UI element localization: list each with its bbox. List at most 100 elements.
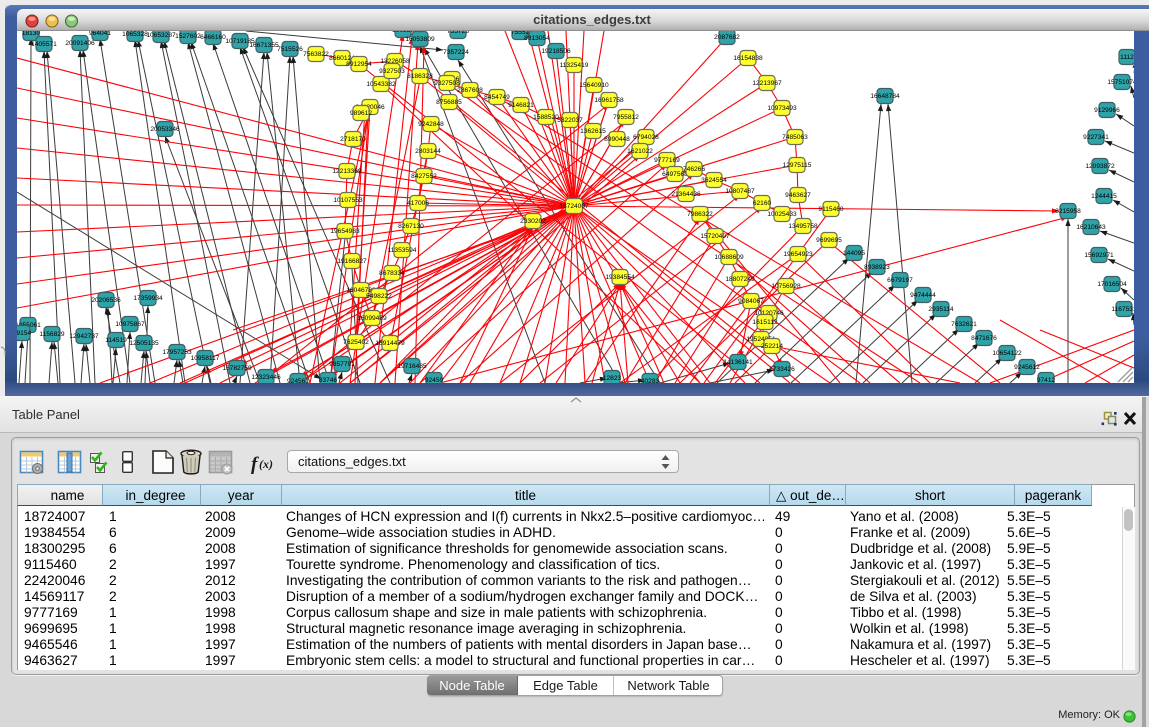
svg-text:f: f xyxy=(251,454,259,475)
svg-text:5498222: 5498222 xyxy=(366,293,392,300)
svg-text:21364436: 21364436 xyxy=(671,191,701,198)
svg-text:7955812: 7955812 xyxy=(613,114,639,121)
svg-text:19654983: 19654983 xyxy=(330,228,360,235)
svg-text:9777169: 9777169 xyxy=(654,157,680,164)
svg-text:10756928: 10756928 xyxy=(771,283,801,290)
svg-text:19166827: 19166827 xyxy=(337,258,367,265)
svg-text:417006: 417006 xyxy=(407,200,429,207)
svg-text:8267130: 8267130 xyxy=(398,223,424,230)
svg-text:10807487: 10807487 xyxy=(725,188,755,195)
svg-text:6679197: 6679197 xyxy=(887,277,913,284)
svg-text:1112: 1112 xyxy=(1120,54,1134,61)
svg-text:8756885: 8756885 xyxy=(436,99,462,106)
svg-text:20206536: 20206536 xyxy=(91,297,121,304)
svg-text:8215958: 8215958 xyxy=(1055,208,1081,215)
svg-text:9245612: 9245612 xyxy=(1014,364,1040,371)
svg-text:7563822: 7563822 xyxy=(303,51,329,58)
svg-text:8427552: 8427552 xyxy=(411,173,437,180)
svg-text:10653287: 10653287 xyxy=(146,32,176,39)
svg-text:83746: 83746 xyxy=(319,377,338,383)
svg-text:97412: 97412 xyxy=(1037,377,1056,383)
svg-text:2087682: 2087682 xyxy=(714,34,740,41)
svg-text:15692971: 15692971 xyxy=(1084,252,1114,259)
svg-text:8678334: 8678334 xyxy=(379,270,405,277)
svg-text:8912954: 8912954 xyxy=(346,61,372,68)
svg-text:11325419: 11325419 xyxy=(560,62,589,69)
svg-text:2935114: 2935114 xyxy=(928,306,954,313)
svg-text:9242848: 9242848 xyxy=(418,121,444,128)
svg-text:755723: 755723 xyxy=(447,31,469,35)
svg-text:10973493: 10973493 xyxy=(767,105,797,112)
svg-text:9146821: 9146821 xyxy=(508,102,534,109)
svg-text:9327508: 9327508 xyxy=(434,80,460,87)
svg-text:8186328: 8186328 xyxy=(407,73,433,80)
svg-text:7632621: 7632621 xyxy=(951,321,977,328)
svg-text:16099489: 16099489 xyxy=(357,315,387,322)
svg-text:1527602: 1527602 xyxy=(175,33,201,40)
svg-text:8454749: 8454749 xyxy=(484,94,510,101)
svg-text:19218506: 19218506 xyxy=(541,48,571,55)
svg-text:12975115: 12975115 xyxy=(783,162,812,169)
svg-text:20091406: 20091406 xyxy=(65,40,95,47)
svg-text:144095: 144095 xyxy=(843,250,865,257)
svg-text:746266: 746266 xyxy=(683,166,705,173)
svg-text:1733426: 1733426 xyxy=(769,366,795,373)
svg-text:1621022: 1621022 xyxy=(627,148,653,155)
svg-text:6794028: 6794028 xyxy=(633,134,659,141)
svg-text:7986322: 7986322 xyxy=(687,211,713,218)
svg-text:19654923: 19654923 xyxy=(783,251,813,258)
svg-text:10543382: 10543382 xyxy=(366,81,396,88)
svg-text:9463627: 9463627 xyxy=(785,192,811,199)
svg-text:15720407: 15720407 xyxy=(700,233,730,240)
svg-text:964041: 964041 xyxy=(89,31,111,37)
svg-text:9227341: 9227341 xyxy=(1083,134,1109,141)
svg-text:1362615: 1362615 xyxy=(580,128,606,135)
svg-text:19384554: 19384554 xyxy=(605,274,635,281)
svg-text:15640910: 15640910 xyxy=(579,82,609,89)
svg-text:924561: 924561 xyxy=(287,378,309,383)
svg-text:13495758: 13495758 xyxy=(788,223,818,230)
svg-text:9327503: 9327503 xyxy=(379,68,405,75)
svg-text:18807249: 18807249 xyxy=(725,276,755,283)
svg-text:114519: 114519 xyxy=(105,337,127,344)
svg-text:62160: 62160 xyxy=(753,200,772,207)
svg-text:8471676: 8471676 xyxy=(971,335,997,342)
svg-text:1156829: 1156829 xyxy=(39,331,65,338)
svg-text:9129966: 9129966 xyxy=(1094,107,1120,114)
svg-text:12323446: 12323446 xyxy=(251,374,281,381)
svg-text:17016504: 17016504 xyxy=(1097,281,1127,288)
svg-text:7357224: 7357224 xyxy=(443,49,469,56)
svg-text:2330202: 2330202 xyxy=(520,218,546,225)
svg-text:1167531: 1167531 xyxy=(1111,306,1134,313)
svg-text:17957253: 17957253 xyxy=(162,349,192,356)
svg-text:12823: 12823 xyxy=(603,375,622,382)
svg-text:8990448: 8990448 xyxy=(604,136,630,143)
svg-text:12213967: 12213967 xyxy=(752,80,782,87)
svg-text:5322037: 5322037 xyxy=(557,117,583,124)
svg-text:160538: 160538 xyxy=(392,31,414,34)
svg-text:3624554: 3624554 xyxy=(701,177,727,184)
svg-text:989612: 989612 xyxy=(350,110,372,117)
svg-text:16210643: 16210643 xyxy=(1076,224,1106,231)
svg-text:1588520: 1588520 xyxy=(533,114,559,121)
svg-text:17359934: 17359934 xyxy=(133,295,163,302)
svg-text:10958117: 10958117 xyxy=(191,355,220,362)
svg-text:16671355: 16671355 xyxy=(249,42,279,49)
svg-text:16782759: 16782759 xyxy=(222,365,252,372)
svg-text:2867608: 2867608 xyxy=(457,87,483,94)
svg-text:16053809: 16053809 xyxy=(405,36,435,43)
svg-text:1405571: 1405571 xyxy=(31,41,57,48)
svg-text:2718170: 2718170 xyxy=(340,136,366,143)
svg-text:14136141: 14136141 xyxy=(723,359,753,366)
svg-text:1615112: 1615112 xyxy=(752,319,778,326)
svg-text:252214: 252214 xyxy=(761,343,783,350)
svg-text:16961758: 16961758 xyxy=(594,97,624,104)
svg-text:9857791: 9857791 xyxy=(329,361,355,368)
svg-text:8813054: 8813054 xyxy=(524,35,550,42)
svg-text:2803144: 2803144 xyxy=(415,148,441,155)
svg-text:15751074: 15751074 xyxy=(1107,79,1134,86)
svg-text:8938923: 8938923 xyxy=(864,264,890,271)
svg-text:10654122: 10654122 xyxy=(992,350,1022,357)
svg-text:6466160: 6466160 xyxy=(200,34,226,41)
svg-text:10688609: 10688609 xyxy=(714,254,744,261)
